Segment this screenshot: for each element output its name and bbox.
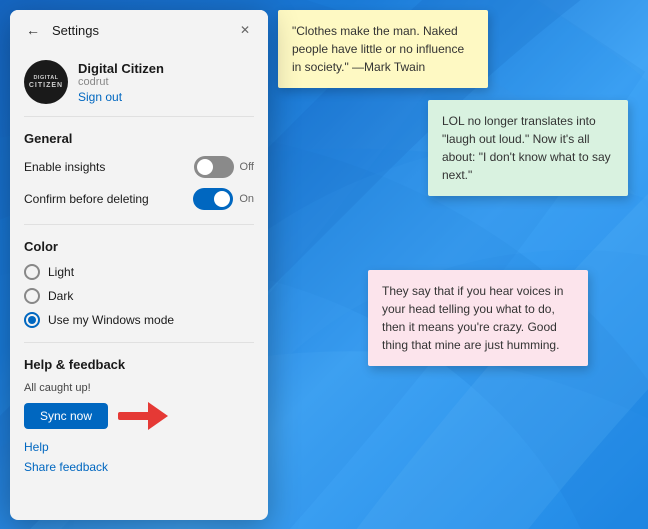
sync-arrow <box>118 402 168 430</box>
arrow-head <box>148 402 168 430</box>
general-section: General Enable insights Off Confirm befo… <box>24 131 254 210</box>
sticky-note-green: LOL no longer translates into "laugh out… <box>428 100 628 196</box>
divider-1 <box>24 224 254 225</box>
color-windows-radio[interactable] <box>24 312 40 328</box>
color-light-label: Light <box>48 265 74 279</box>
sticky-note-yellow: "Clothes make the man. Naked people have… <box>278 10 488 88</box>
color-light-radio[interactable] <box>24 264 40 280</box>
general-header: General <box>24 131 254 146</box>
insights-state: Off <box>240 161 254 173</box>
insights-label: Enable insights <box>24 160 105 174</box>
color-windows-label: Use my Windows mode <box>48 313 174 327</box>
color-dark-row[interactable]: Dark <box>24 288 254 304</box>
sync-row: Sync now <box>24 402 254 430</box>
confirm-delete-toggle[interactable] <box>193 188 233 210</box>
arrow-tail <box>118 412 148 420</box>
back-button[interactable]: ← <box>22 20 44 40</box>
insights-toggle-thumb <box>197 159 213 175</box>
confirm-delete-state: On <box>239 193 254 205</box>
avatar: DIGITAL CITIZEN <box>24 60 68 104</box>
color-dark-label: Dark <box>48 289 73 303</box>
color-dark-radio[interactable] <box>24 288 40 304</box>
color-windows-row[interactable]: Use my Windows mode <box>24 312 254 328</box>
settings-title: Settings <box>52 23 234 38</box>
settings-panel: ← Settings ✕ DIGITAL CITIZEN Digital Cit… <box>10 10 268 520</box>
user-email: codrut <box>78 76 164 88</box>
sticky-note-pink: They say that if you hear voices in your… <box>368 270 588 366</box>
confirm-delete-row: Confirm before deleting On <box>24 188 254 210</box>
sticky-note-yellow-text: "Clothes make the man. Naked people have… <box>292 24 464 74</box>
close-button[interactable]: ✕ <box>234 21 256 39</box>
settings-content: DIGITAL CITIZEN Digital Citizen codrut S… <box>10 50 268 520</box>
insights-toggle[interactable] <box>194 156 234 178</box>
help-section: Help & feedback All caught up! Sync now … <box>24 357 254 474</box>
help-header: Help & feedback <box>24 357 254 372</box>
enable-insights-row: Enable insights Off <box>24 156 254 178</box>
user-name: Digital Citizen <box>78 61 164 76</box>
user-section: DIGITAL CITIZEN Digital Citizen codrut S… <box>24 50 254 117</box>
sign-out-link[interactable]: Sign out <box>78 90 164 104</box>
avatar-bottom-text: CITIZEN <box>29 82 63 89</box>
share-feedback-link[interactable]: Share feedback <box>24 460 254 474</box>
color-windows-radio-inner <box>28 316 36 324</box>
color-light-row[interactable]: Light <box>24 264 254 280</box>
sticky-note-green-text: LOL no longer translates into "laugh out… <box>442 114 611 182</box>
insights-toggle-wrapper: Off <box>194 156 254 178</box>
sticky-note-pink-text: They say that if you hear voices in your… <box>382 284 563 352</box>
color-header: Color <box>24 239 254 254</box>
divider-2 <box>24 342 254 343</box>
confirm-delete-toggle-thumb <box>214 191 230 207</box>
color-section: Color Light Dark Use my Windows mode <box>24 239 254 328</box>
sync-status: All caught up! <box>24 382 254 394</box>
user-info: Digital Citizen codrut Sign out <box>78 61 164 104</box>
title-bar: ← Settings ✕ <box>10 10 268 50</box>
help-link[interactable]: Help <box>24 440 254 454</box>
confirm-delete-toggle-wrapper: On <box>193 188 254 210</box>
avatar-top-text: DIGITAL <box>33 75 58 82</box>
sync-button[interactable]: Sync now <box>24 403 108 429</box>
confirm-delete-label: Confirm before deleting <box>24 192 149 206</box>
